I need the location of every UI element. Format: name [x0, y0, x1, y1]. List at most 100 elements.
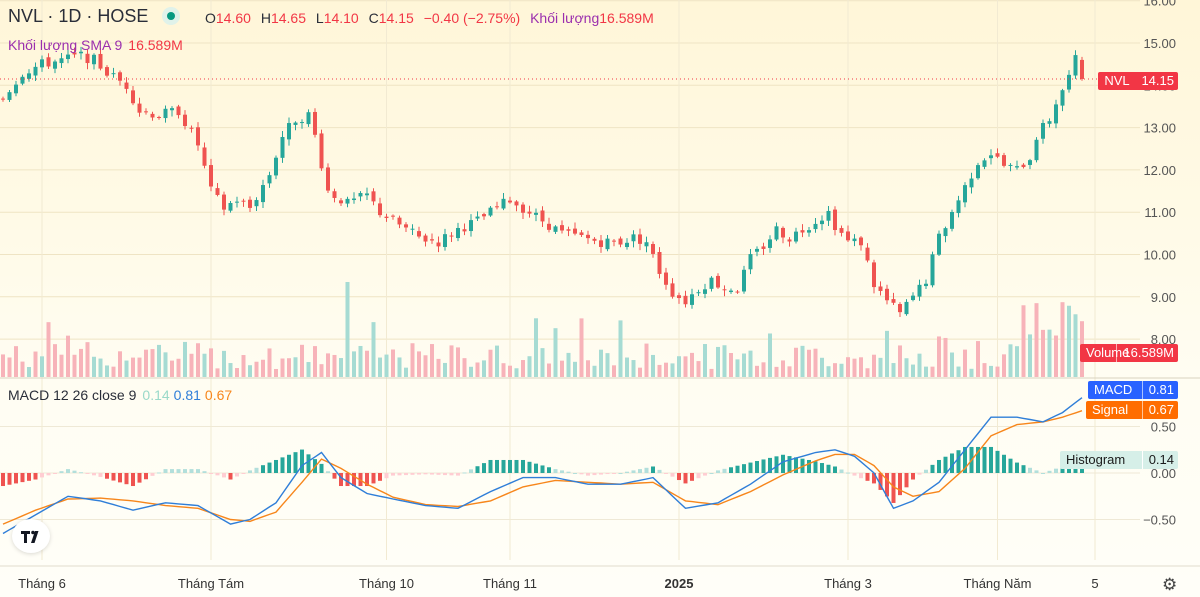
- candle-body: [521, 204, 525, 213]
- price-chart[interactable]: 16.0015.0014.0013.0012.0011.0010.009.008…: [0, 0, 1200, 597]
- macd-histogram-bar: [443, 473, 447, 476]
- macd-histogram-bar: [371, 473, 376, 484]
- candle-body: [1028, 160, 1032, 165]
- macd-legend[interactable]: MACD 12 26 close 9 0.14 0.81 0.67: [8, 387, 232, 403]
- volume-bar: [781, 360, 785, 377]
- candle-body: [846, 231, 850, 241]
- candle-body: [703, 289, 707, 294]
- candle-body: [170, 108, 174, 111]
- last-price-value: 14.15: [1141, 73, 1174, 88]
- candle-body: [547, 223, 551, 230]
- histogram-badge-value: 0.14: [1141, 451, 1178, 469]
- volume-bar: [833, 363, 837, 377]
- volume-bar: [826, 366, 831, 377]
- macd-histogram-bar: [521, 459, 525, 473]
- candle-body: [826, 210, 831, 221]
- volume-bar: [735, 359, 740, 377]
- volume-bar: [657, 364, 662, 377]
- candle-body: [254, 200, 259, 207]
- candle-body: [33, 66, 38, 76]
- candle-body: [137, 103, 142, 113]
- macd-histogram-bar: [735, 465, 740, 473]
- candle-body: [274, 157, 278, 176]
- gear-icon[interactable]: ⚙: [1162, 575, 1177, 595]
- volume-bar: [670, 363, 675, 377]
- macd-histogram-bar: [846, 472, 850, 474]
- candle-body: [267, 175, 272, 184]
- macd-histogram-bar: [904, 473, 909, 488]
- macd-histogram-bar: [709, 473, 714, 474]
- volume-bar: [1015, 346, 1019, 377]
- signal-badge-label: Signal: [1092, 402, 1129, 417]
- candle-body: [462, 229, 467, 232]
- price-tick-label: 13.00: [1143, 121, 1176, 136]
- volume-bar: [332, 354, 337, 377]
- macd-histogram-bar: [98, 473, 103, 477]
- macd-histogram-bar: [781, 454, 785, 473]
- volume-bar: [651, 354, 655, 377]
- volume-bar: [950, 352, 954, 377]
- volume-bar: [40, 356, 44, 377]
- macd-histogram-bar: [274, 459, 278, 473]
- volume-bar: [813, 348, 818, 377]
- macd-histogram-bar: [956, 450, 961, 473]
- macd-histogram-bar: [20, 473, 25, 483]
- volume-bar: [397, 357, 402, 377]
- macd-histogram-bar: [92, 473, 96, 476]
- volume-bar: [774, 366, 779, 377]
- macd-histogram-bar: [833, 466, 837, 473]
- symbol-title[interactable]: NVL · 1D · HOSE: [8, 6, 188, 27]
- volume-bar: [267, 348, 272, 377]
- volume-bar: [423, 355, 428, 377]
- candle-body: [878, 286, 883, 291]
- volume-bar: [300, 344, 304, 377]
- volume-bar: [729, 352, 733, 377]
- candle-body: [982, 160, 987, 167]
- candle-body: [469, 220, 473, 232]
- volume-bar: [605, 353, 610, 377]
- candle-body: [787, 239, 792, 242]
- candle-body: [638, 234, 642, 244]
- volume-bar: [703, 344, 707, 377]
- volume-bar: [85, 342, 90, 377]
- candle-body: [157, 117, 161, 119]
- volume-bar: [579, 318, 584, 377]
- candle-body: [534, 212, 538, 215]
- volume-bar: [287, 358, 291, 377]
- candle-body: [553, 226, 558, 232]
- macd-histogram-bar: [534, 463, 538, 473]
- candle-body: [742, 269, 746, 292]
- volume-bar: [469, 366, 473, 377]
- volume-bar: [189, 353, 194, 377]
- candle-body: [404, 224, 408, 228]
- volume-bar: [111, 366, 116, 377]
- high-key: H: [260, 10, 271, 26]
- candle-body: [859, 237, 863, 246]
- candle-body: [813, 223, 818, 230]
- macd-histogram-bar: [469, 469, 473, 473]
- volume-bar: [995, 366, 1000, 377]
- volume-bar: [319, 364, 324, 377]
- volume-bar: [865, 368, 870, 377]
- candle-body: [105, 67, 109, 76]
- macd-histogram-bar: [560, 470, 564, 473]
- macd-histogram-bar: [859, 473, 863, 479]
- volume-bar: [917, 353, 922, 377]
- volume-bar: [417, 351, 421, 377]
- volume-bar: [59, 354, 64, 377]
- candle-body: [833, 209, 837, 231]
- volume-bar: [872, 354, 876, 377]
- volume-bar: [7, 357, 12, 377]
- volume-bar: [976, 341, 980, 377]
- volume-bar: [365, 350, 369, 377]
- volume-bar: [1021, 305, 1026, 377]
- volume-bar: [280, 358, 285, 377]
- candle-body: [605, 238, 610, 250]
- macd-histogram-bar: [241, 473, 246, 474]
- volume-sma-legend[interactable]: Khối lượng SMA 9 16.589M: [8, 37, 183, 53]
- signal-badge-value: 0.67: [1141, 401, 1178, 419]
- macd-histogram-bar: [53, 473, 57, 474]
- tradingview-logo-icon[interactable]: [12, 519, 50, 553]
- candle-body: [449, 235, 454, 237]
- macd-histogram-bar: [280, 457, 285, 473]
